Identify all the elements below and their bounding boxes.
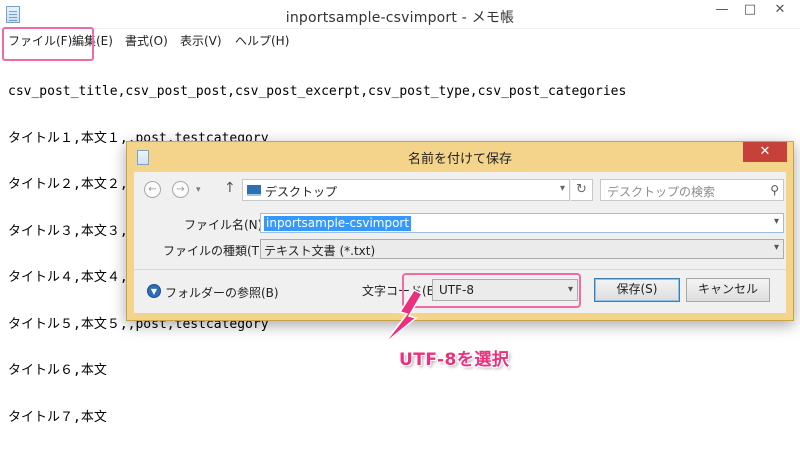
cancel-button[interactable]: キャンセル [686, 278, 770, 302]
address-text: デスクトップ [265, 185, 338, 199]
notepad-title: inportsample-csvimport - メモ帳 [285, 10, 515, 26]
browse-folders-label[interactable]: フォルダーの参照(B) [165, 284, 279, 301]
maximize-button[interactable]: □ [736, 0, 764, 22]
close-button[interactable]: ✕ [766, 0, 794, 22]
dialog-separator [134, 269, 786, 270]
dialog-title: 名前を付けて保存 [407, 152, 512, 167]
annotation-callout: UTF-8を選択 [399, 350, 510, 370]
desktop-folder-icon [247, 185, 261, 196]
filename-input[interactable]: inportsample-csvimport ▾ [260, 213, 784, 233]
filename-label: ファイル名(N): [184, 218, 267, 232]
chevron-down-icon[interactable]: ▾ [774, 242, 779, 253]
expand-icon[interactable]: ▼ [147, 284, 161, 298]
notepad-menubar: ファイル(F) 編集(E) 書式(O) 表示(V) ヘルプ(H) [0, 29, 800, 51]
save-button[interactable]: 保存(S) [594, 278, 680, 302]
chevron-down-icon[interactable]: ▾ [560, 183, 565, 194]
refresh-button[interactable]: ↻ [571, 179, 593, 201]
menu-view[interactable]: 表示(V) [180, 32, 222, 49]
filename-value: inportsample-csvimport [264, 216, 412, 231]
filetype-value: テキスト文書 (*.txt) [264, 244, 376, 258]
notepad-titlebar: inportsample-csvimport - メモ帳 — □ ✕ [0, 0, 800, 29]
text-line: タイトル６,本文 [8, 363, 107, 378]
filetype-select[interactable]: テキスト文書 (*.txt) ▾ [260, 239, 784, 259]
forward-button[interactable]: → [172, 181, 189, 198]
address-bar[interactable]: デスクトップ ▾ [242, 179, 570, 201]
search-box[interactable]: デスクトップの検索 ⚲ [600, 179, 784, 201]
filetype-label: ファイルの種類(T): [163, 244, 268, 258]
text-line: csv_post_title,csv_post_post,csv_post_ex… [8, 84, 627, 99]
annotation-arrow-icon [383, 289, 424, 345]
minimize-button[interactable]: — [708, 0, 736, 22]
up-folder-button[interactable]: ↑ [224, 180, 236, 196]
search-icon: ⚲ [770, 183, 779, 197]
menu-format[interactable]: 書式(O) [125, 32, 168, 49]
recent-locations-icon[interactable]: ▾ [196, 185, 201, 195]
menu-help[interactable]: ヘルプ(H) [235, 32, 289, 49]
text-line: タイトル７,本文 [8, 409, 107, 425]
chevron-down-icon[interactable]: ▾ [774, 216, 779, 227]
back-button[interactable]: ← [144, 181, 161, 198]
search-placeholder: デスクトップの検索 [607, 185, 716, 199]
dialog-close-button[interactable]: ✕ [743, 142, 787, 162]
